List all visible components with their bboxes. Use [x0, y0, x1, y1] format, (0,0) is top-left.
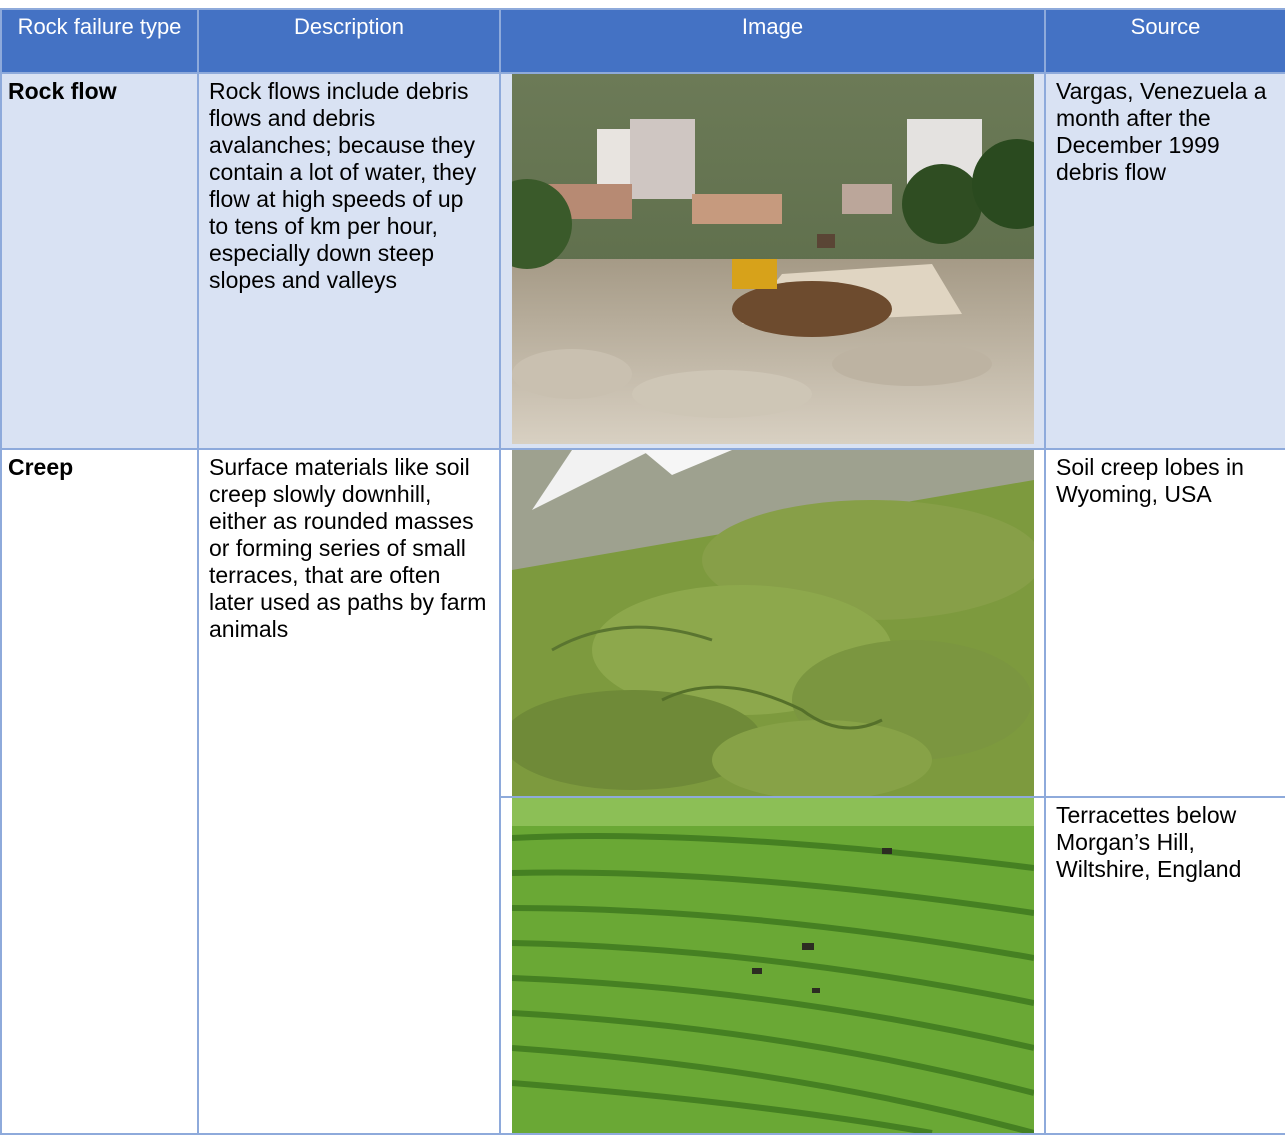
header-description: Description: [197, 8, 501, 74]
table-row: Creep Surface materials like soil creep …: [0, 448, 1285, 1135]
header-image: Image: [499, 8, 1046, 74]
header-source: Source: [1044, 8, 1285, 74]
row-source: Soil creep lobes in Wyoming, USA: [1044, 448, 1285, 798]
terracettes-photo: [511, 798, 1034, 1133]
row-type: Creep: [0, 448, 199, 1135]
table-header-row: Rock failure type Description Image Sour…: [0, 8, 1285, 74]
row-source: Vargas, Venezuela a month after the Dece…: [1044, 72, 1285, 450]
row-description: Surface materials like soil creep slowly…: [197, 448, 501, 1135]
rock-failure-table: Rock failure type Description Image Sour…: [0, 8, 1285, 1135]
row-image-cell: [499, 448, 1046, 798]
row-image-cell: [499, 72, 1046, 450]
debris-flow-photo: [511, 74, 1034, 444]
row-source: Terracettes below Morgan’s Hill, Wiltshi…: [1044, 796, 1285, 1135]
table-row: Rock flow Rock flows include debris flow…: [0, 72, 1285, 450]
row-image-cell: [499, 796, 1046, 1135]
row-description: Rock flows include debris flows and debr…: [197, 72, 501, 450]
soil-creep-lobes-photo: [511, 450, 1034, 796]
row-type: Rock flow: [0, 72, 199, 450]
header-rock-failure-type: Rock failure type: [0, 8, 199, 74]
